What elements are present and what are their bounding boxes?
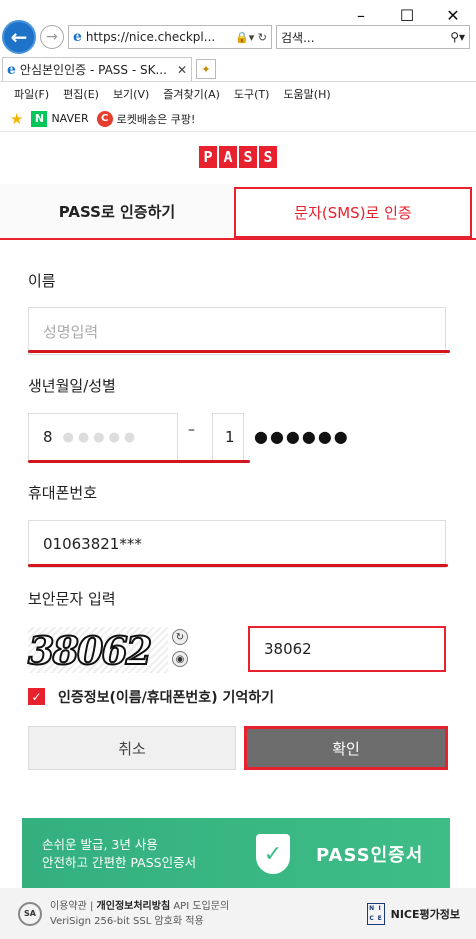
- name-underline: [28, 350, 450, 353]
- menu-view[interactable]: 보기(V): [113, 86, 149, 102]
- address-row: ← → e https://nice.checkpl... 🔒▾ ↻ 검색...…: [0, 20, 476, 54]
- logo-letter: P: [199, 146, 217, 168]
- browser-tab[interactable]: e 안심본인인증 - PASS - SK... ✕: [2, 57, 192, 81]
- tab-title: 안심본인인증 - PASS - SK...: [19, 63, 167, 77]
- tab-row: e 안심본인인증 - PASS - SK... ✕ ✦: [0, 56, 476, 82]
- tab-sms-auth[interactable]: 문자(SMS)로 인증: [234, 187, 472, 238]
- birth-label: 생년월일/성별: [28, 377, 116, 395]
- logo-letter: S: [239, 146, 257, 168]
- phone-value: 01063821***: [43, 535, 142, 553]
- name-placeholder: 성명입력: [43, 322, 99, 341]
- search-input[interactable]: 검색...: [281, 29, 315, 46]
- birth-first-digit: 8: [43, 428, 53, 446]
- banner-brand: PASS인증서: [316, 845, 424, 866]
- search-box[interactable]: 검색... ⚲▾: [276, 25, 470, 49]
- favorites-star-icon[interactable]: ★: [10, 110, 23, 128]
- menu-tools[interactable]: 도구(T): [234, 86, 270, 102]
- menu-help[interactable]: 도움말(H): [283, 86, 330, 102]
- name-label: 이름: [28, 272, 56, 290]
- tab-divider: [0, 238, 476, 240]
- pass-logo: P A S S: [199, 146, 277, 168]
- captcha-label: 보안문자 입력: [28, 590, 116, 608]
- nice-emblem-icon: NICE: [366, 902, 385, 925]
- privacy-link[interactable]: 개인정보처리방침: [97, 901, 171, 912]
- search-icon[interactable]: ⚲▾: [450, 30, 465, 44]
- coupang-icon: C: [96, 110, 113, 127]
- ssl-text: VeriSign 256-bit SSL 암호화 적용: [50, 915, 204, 927]
- birth-dash: –: [188, 422, 195, 438]
- ssl-seal-icon: SA: [18, 901, 42, 926]
- captcha-image: 38062: [27, 627, 168, 674]
- footer: SA 이용약관 | 개인정보처리방침 API 도입문의 VeriSign 256…: [0, 888, 476, 939]
- ie-icon: e: [73, 29, 82, 45]
- lock-refresh-icons[interactable]: 🔒▾ ↻: [235, 31, 271, 44]
- masked-dots-icon: ●●●●●: [62, 429, 140, 445]
- phone-underline: [28, 564, 448, 567]
- banner-line1: 손쉬운 발급, 3년 사용: [42, 837, 158, 852]
- pass-banner[interactable]: 손쉬운 발급, 3년 사용 안전하고 간편한 PASS인증서 ✓ PASS인증서: [22, 818, 450, 890]
- captcha-input[interactable]: 38062: [248, 626, 446, 672]
- terms-link[interactable]: 이용약관: [50, 901, 87, 912]
- check-icon: ✓: [31, 689, 42, 704]
- menu-file[interactable]: 파일(F): [14, 86, 49, 102]
- menu-bar: 파일(F) 편집(E) 보기(V) 즐겨찾기(A) 도구(T) 도움말(H): [0, 82, 476, 106]
- company-name: NICE평가정보: [390, 907, 460, 921]
- favorite-coupang[interactable]: C 로켓배송은 쿠팡!: [96, 110, 196, 127]
- url-text[interactable]: https://nice.checkpl...: [86, 30, 231, 44]
- shield-check-icon: ✓: [256, 834, 290, 874]
- gender-digit: 1: [225, 428, 235, 446]
- address-bar[interactable]: e https://nice.checkpl... 🔒▾ ↻: [68, 25, 272, 49]
- logo-letter: S: [259, 146, 277, 168]
- masked-id-dots: ●●●●●●: [254, 427, 350, 446]
- captcha-value: 38062: [264, 640, 312, 658]
- menu-edit[interactable]: 편집(E): [63, 86, 99, 102]
- favorite-label: 로켓배송은 쿠팡!: [116, 112, 196, 126]
- arrow-left-icon: ←: [10, 25, 28, 49]
- auth-page: P A S S PASS로 인증하기 문자(SMS)로 인증 이름 성명입력 생…: [0, 132, 476, 939]
- remember-checkbox[interactable]: ✓: [28, 688, 45, 705]
- forward-button[interactable]: →: [40, 25, 64, 49]
- auth-tabs: PASS로 인증하기 문자(SMS)로 인증: [0, 184, 476, 240]
- phone-label: 휴대폰번호: [28, 484, 98, 502]
- new-tab-button[interactable]: ✦: [196, 59, 216, 79]
- refresh-captcha-icon[interactable]: ↻: [172, 629, 188, 645]
- gender-digit-field[interactable]: 1: [212, 413, 244, 461]
- birth-date-field[interactable]: 8 ●●●●●: [28, 413, 178, 461]
- audio-captcha-icon[interactable]: ◉: [172, 651, 188, 667]
- favorite-label: NAVER: [51, 112, 89, 125]
- confirm-button[interactable]: 확인: [244, 726, 448, 770]
- tab-pass-auth[interactable]: PASS로 인증하기: [0, 184, 234, 240]
- phone-field[interactable]: 01063821***: [28, 520, 446, 568]
- close-tab-icon[interactable]: ✕: [177, 63, 187, 77]
- logo-letter: A: [219, 146, 237, 168]
- birth-underline: [28, 460, 250, 463]
- footer-links: 이용약관 | 개인정보처리방침 API 도입문의 VeriSign 256-bi…: [50, 900, 230, 927]
- banner-line2: 안전하고 간편한 PASS인증서: [42, 855, 197, 870]
- favorites-bar: ★ N NAVER C 로켓배송은 쿠팡!: [0, 106, 476, 132]
- naver-icon: N: [31, 110, 48, 127]
- menu-favorites[interactable]: 즐겨찾기(A): [163, 86, 220, 102]
- remember-label[interactable]: 인증정보(이름/휴대폰번호) 기억하기: [58, 687, 274, 707]
- nice-logo: NICE NICE평가정보: [366, 902, 460, 925]
- api-link[interactable]: API 도입문의: [173, 901, 229, 912]
- banner-text: 손쉬운 발급, 3년 사용 안전하고 간편한 PASS인증서: [42, 836, 242, 872]
- name-field[interactable]: 성명입력: [28, 307, 446, 355]
- favorite-naver[interactable]: N NAVER: [31, 110, 89, 127]
- arrow-right-icon: →: [46, 29, 58, 45]
- ie-icon: e: [7, 61, 16, 78]
- back-button[interactable]: ←: [2, 20, 36, 54]
- cancel-button[interactable]: 취소: [28, 726, 236, 770]
